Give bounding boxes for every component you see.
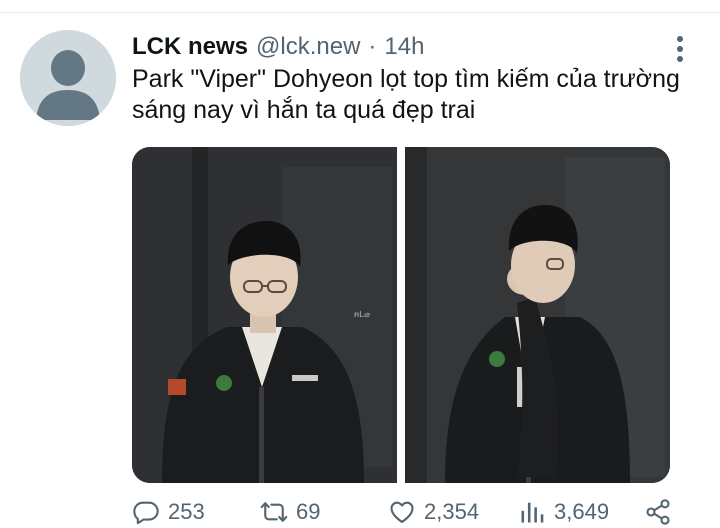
views-button[interactable]: 3,649 — [518, 497, 609, 527]
like-count: 2,354 — [424, 499, 480, 524]
default-avatar-icon — [20, 30, 116, 126]
user-handle[interactable]: @lck.new — [256, 33, 360, 61]
share-button[interactable] — [644, 497, 672, 527]
more-dot-icon — [677, 36, 683, 42]
separator-dot: · — [368, 33, 377, 60]
view-count: 3,649 — [554, 499, 610, 524]
tweet-time[interactable]: 14h — [384, 33, 424, 61]
retweet-button[interactable]: 69 — [260, 497, 320, 527]
retweet-icon — [260, 502, 288, 522]
retweet-count: 69 — [296, 499, 321, 524]
reply-icon — [133, 501, 159, 525]
like-icon — [390, 501, 414, 523]
tweet-actions: 253 69 2,354 3,649 — [132, 496, 692, 528]
like-button[interactable]: 2,354 — [388, 497, 479, 527]
share-icon — [646, 499, 670, 525]
tweet-header: LCK news @lck.new · 14h — [132, 33, 424, 63]
display-name[interactable]: LCK news — [132, 33, 248, 61]
top-divider — [0, 12, 720, 13]
photo-1[interactable]: ꞥLᵢ⌀ — [132, 147, 397, 483]
tweet-text: Park "Viper" Dohyeon lọt top tìm kiếm củ… — [132, 65, 680, 124]
photo-watermark: ꞥLᵢ⌀ — [354, 310, 370, 319]
avatar[interactable] — [20, 30, 116, 126]
more-dot-icon — [677, 46, 683, 52]
reply-count: 253 — [168, 499, 205, 524]
more-dot-icon — [677, 56, 683, 62]
tweet-media: ꞥLᵢ⌀ — [132, 147, 670, 483]
views-icon — [521, 502, 544, 523]
photo-2[interactable] — [405, 147, 670, 483]
more-options-button[interactable] — [666, 33, 694, 65]
reply-button[interactable]: 253 — [132, 497, 205, 527]
